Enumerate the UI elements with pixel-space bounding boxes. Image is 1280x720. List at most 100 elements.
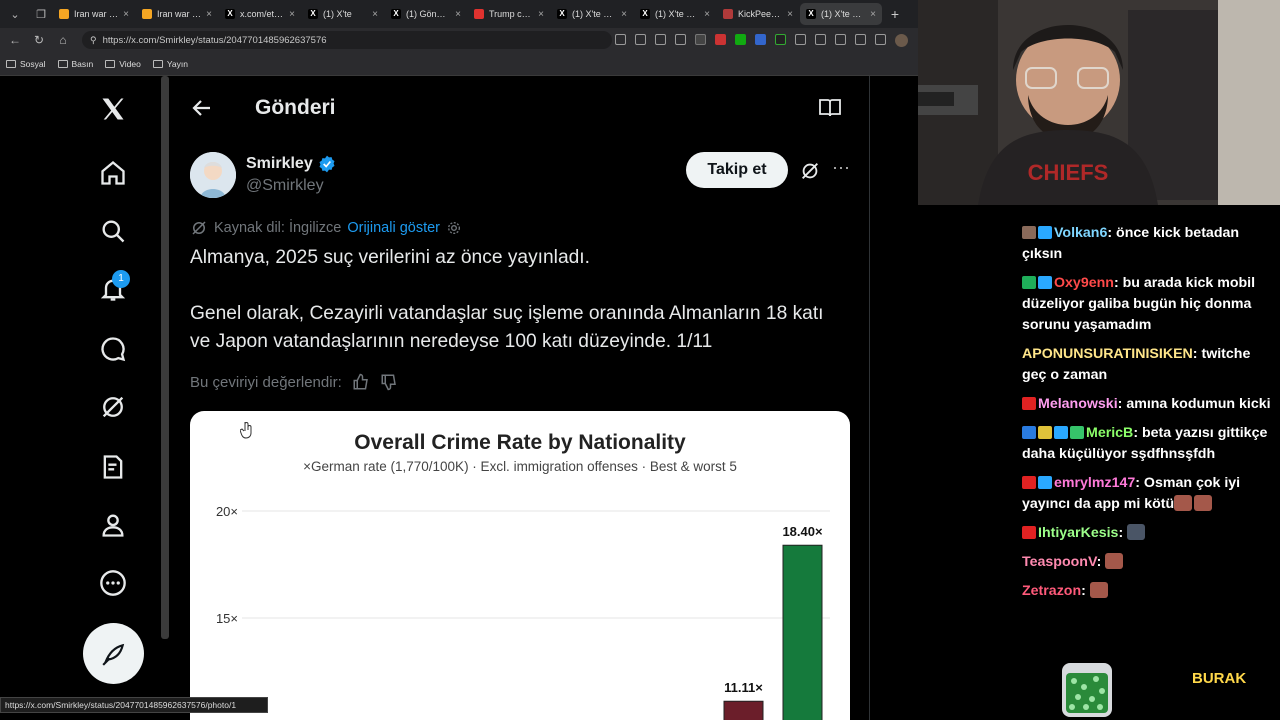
chat-username[interactable]: Volkan6 [1054, 225, 1107, 241]
browser-tab[interactable]: Iran war live × [53, 3, 135, 25]
grok-explain-icon[interactable] [799, 160, 821, 182]
home-icon[interactable]: ⌂ [54, 31, 72, 49]
messages-chat-icon[interactable] [96, 332, 130, 366]
post-more-icon[interactable]: ··· [830, 158, 852, 182]
close-tab-icon[interactable]: × [372, 9, 378, 20]
scrollbar[interactable] [161, 76, 169, 639]
tab-favicon-icon: X [557, 9, 567, 19]
reload-icon[interactable]: ↻ [30, 31, 48, 49]
extension-icon[interactable] [715, 33, 726, 45]
tab-list-chevron-icon[interactable]: ⌄ [4, 3, 26, 25]
favorites-icon[interactable] [835, 33, 846, 45]
browser-tab[interactable]: X (1) X'te OSI × [634, 3, 716, 25]
chat-username[interactable]: Oxy9enn [1054, 275, 1114, 291]
close-tab-icon[interactable]: × [123, 9, 129, 20]
workspaces-icon[interactable]: ❐ [30, 3, 52, 25]
extension-icon[interactable] [755, 33, 766, 45]
new-tab-button[interactable]: + [886, 6, 904, 22]
follow-button[interactable]: Takip et [686, 152, 788, 188]
app-available-icon[interactable] [615, 33, 626, 45]
translation-source-line: Kaynak dil: İngilizce Orijinali göster [190, 219, 462, 237]
profile-person-icon[interactable] [96, 508, 130, 542]
site-info-icon[interactable]: ⚲ [90, 35, 97, 46]
browser-tab[interactable]: X (1) X'te Smi × [800, 3, 882, 25]
address-bar-row: ← ↻ ⌂ ⚲ https://x.com/Smirkley/status/20… [0, 28, 918, 52]
bookmark-folder-basin[interactable]: Basın [57, 59, 93, 69]
x-logo-icon[interactable] [96, 92, 130, 126]
browser-tab[interactable]: X (1) X'te × [302, 3, 384, 25]
favorite-star-icon[interactable] [675, 33, 686, 45]
show-original-link[interactable]: Orijinali göster [347, 220, 440, 236]
compose-post-button[interactable] [83, 623, 144, 684]
browser-tab-bar: ⌄ ❐ Iran war live×Iran war upd×Xx.com/et… [0, 0, 918, 28]
more-options-icon[interactable] [96, 566, 130, 600]
thumbs-down-icon[interactable] [380, 373, 398, 391]
chat-badge-icon [1038, 476, 1052, 489]
chat-username[interactable]: emrylmz147 [1054, 475, 1135, 491]
settings-icon[interactable] [875, 33, 886, 45]
chat-badge-icon [1022, 476, 1036, 489]
chat-badge-icon [1022, 276, 1036, 289]
chat-separator: : [1118, 525, 1128, 541]
tab-favicon-icon: X [806, 9, 816, 19]
close-tab-icon[interactable]: × [787, 9, 793, 20]
split-screen-icon[interactable] [815, 33, 826, 45]
profile-avatar[interactable] [895, 33, 908, 47]
chat-emote-icon [1089, 582, 1108, 598]
browser-tab[interactable]: X (1) X'te Mar × [551, 3, 633, 25]
home-icon[interactable] [96, 156, 130, 190]
tab-favicon-icon [59, 9, 69, 19]
back-arrow-icon[interactable]: ← [6, 31, 24, 49]
bookmark-folder-yayin[interactable]: Yayın [152, 59, 188, 69]
tab-label: (1) X'te Smi [821, 9, 866, 19]
extension-icon[interactable] [735, 33, 746, 45]
read-aloud-icon[interactable] [655, 33, 666, 45]
bookmark-folder-video[interactable]: Video [105, 59, 141, 69]
post-image-chart[interactable]: Overall Crime Rate by Nationality ×Germa… [190, 411, 850, 720]
browser-tab[interactable]: Trump canlı × [468, 3, 550, 25]
collections-icon[interactable] [855, 33, 866, 45]
tab-label: (1) X'te Mar [572, 9, 617, 19]
zoom-icon[interactable] [635, 33, 646, 45]
chat-message: TeaspoonV: [1022, 552, 1272, 573]
back-arrow-icon[interactable] [190, 96, 214, 120]
close-tab-icon[interactable]: × [621, 9, 627, 20]
reader-mode-icon[interactable] [818, 98, 842, 118]
folder-icon [105, 59, 116, 68]
author-avatar[interactable] [190, 152, 236, 198]
grok-icon[interactable] [96, 390, 130, 424]
browser-tab[interactable]: X (1) Gönderi × [385, 3, 467, 25]
chat-username[interactable]: Zetrazon [1022, 583, 1081, 599]
browser-tab[interactable]: Xx.com/etkili × [219, 3, 301, 25]
bookmark-folder-sosyal[interactable]: Sosyal [6, 59, 46, 69]
extension-icon[interactable] [695, 33, 706, 45]
chat-username[interactable]: APONUNSURATINISIKEN [1022, 346, 1193, 362]
gear-icon[interactable] [446, 220, 462, 236]
author-handle[interactable]: @Smirkley [246, 177, 324, 195]
close-tab-icon[interactable]: × [870, 9, 876, 20]
chat-username[interactable]: IhtiyarKesis [1038, 525, 1118, 541]
url-field[interactable]: ⚲ https://x.com/Smirkley/status/20477014… [82, 31, 612, 49]
close-tab-icon[interactable]: × [455, 9, 461, 20]
articles-compose-icon[interactable] [96, 450, 130, 484]
browser-tab[interactable]: Iran war upd × [136, 3, 218, 25]
chat-separator: : [1117, 396, 1127, 412]
close-tab-icon[interactable]: × [538, 9, 544, 20]
close-tab-icon[interactable]: × [289, 9, 295, 20]
extension-icon[interactable] [775, 33, 786, 45]
folder-icon [6, 59, 16, 68]
close-tab-icon[interactable]: × [206, 9, 212, 20]
thumbs-up-icon[interactable] [352, 373, 370, 391]
folder-icon [152, 59, 163, 68]
author-name[interactable]: Smirkley [246, 154, 337, 174]
y-tick-label: 15× [216, 611, 238, 626]
refresh-extension-icon[interactable] [795, 33, 806, 45]
tab-label: (1) X'te OSI [655, 9, 700, 19]
folder-icon [57, 59, 68, 68]
chat-username[interactable]: MericB [1086, 425, 1133, 441]
explore-search-icon[interactable] [96, 214, 130, 248]
chat-username[interactable]: Melanowski [1038, 396, 1118, 412]
close-tab-icon[interactable]: × [704, 9, 710, 20]
chat-username[interactable]: TeaspoonV [1022, 554, 1097, 570]
browser-tab[interactable]: KickPeek - K × [717, 3, 799, 25]
